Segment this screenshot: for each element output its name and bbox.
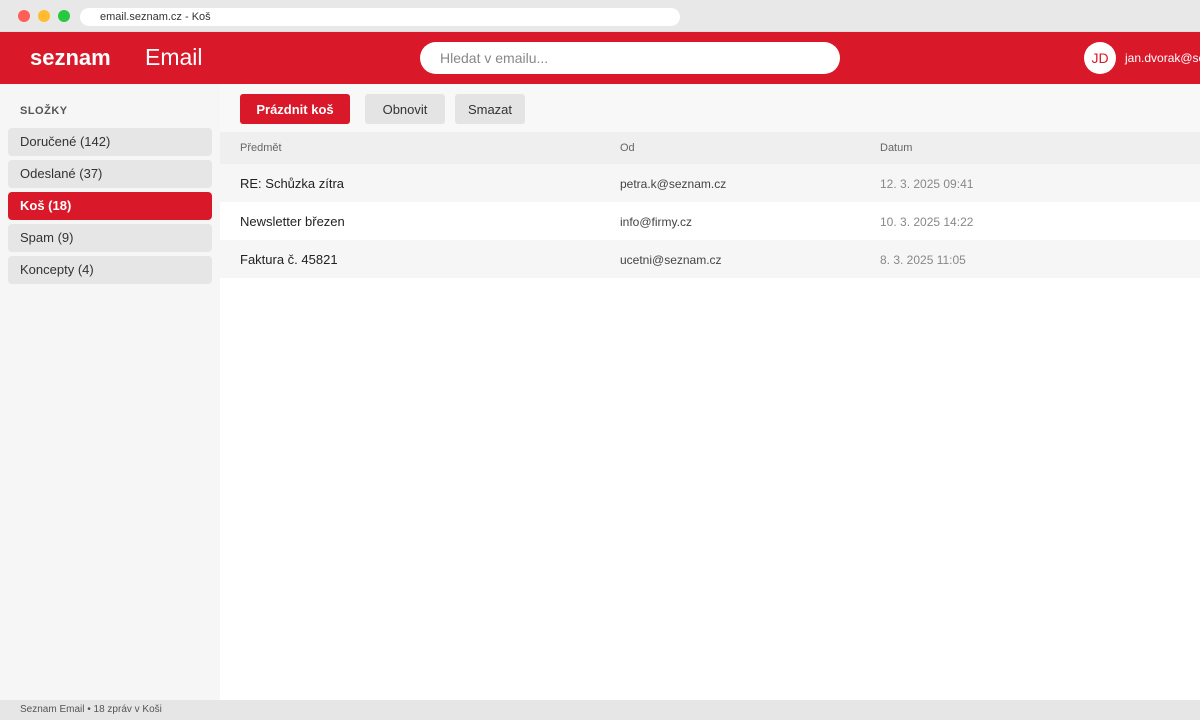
- sidebar-item-spam[interactable]: Spam (9): [8, 224, 212, 252]
- column-header-date[interactable]: Datum: [880, 142, 912, 154]
- table-row[interactable]: Newsletter březen info@firmy.cz 10. 3. 2…: [220, 202, 1200, 240]
- sidebar-item-sent[interactable]: Odeslané (37): [8, 160, 212, 188]
- table-row[interactable]: RE: Schůzka zítra petra.k@seznam.cz 12. …: [220, 164, 1200, 202]
- minimize-window-icon[interactable]: [38, 10, 50, 22]
- table-row[interactable]: Faktura č. 45821 ucetni@seznam.cz 8. 3. …: [220, 240, 1200, 278]
- refresh-button[interactable]: Obnovit: [365, 94, 445, 124]
- sidebar-item-trash[interactable]: Koš (18): [8, 192, 212, 220]
- row-sender: info@firmy.cz: [620, 215, 692, 229]
- row-subject: Faktura č. 45821: [240, 252, 338, 267]
- avatar[interactable]: JD: [1084, 42, 1116, 74]
- app-header: seznam Email JD jan.dvorak@seznam.cz: [0, 32, 1200, 84]
- sidebar-item-inbox[interactable]: Doručené (142): [8, 128, 212, 156]
- delete-button[interactable]: Smazat: [455, 94, 525, 124]
- seznam-logo[interactable]: seznam: [30, 45, 111, 71]
- search-input[interactable]: [420, 42, 840, 74]
- row-sender: petra.k@seznam.cz: [620, 177, 727, 191]
- row-date: 10. 3. 2025 14:22: [880, 215, 974, 229]
- maximize-window-icon[interactable]: [58, 10, 70, 22]
- sidebar: SLOŽKY Doručené (142) Odeslané (37) Koš …: [0, 84, 220, 700]
- status-bar: Seznam Email • 18 zpráv v Koši: [0, 700, 1200, 720]
- row-subject: RE: Schůzka zítra: [240, 176, 345, 191]
- row-date: 12. 3. 2025 09:41: [880, 177, 974, 191]
- row-sender: ucetni@seznam.cz: [620, 253, 722, 267]
- empty-trash-button[interactable]: Prázdnit koš: [240, 94, 350, 124]
- user-email[interactable]: jan.dvorak@seznam.cz: [1125, 51, 1200, 65]
- column-header-from[interactable]: Od: [620, 142, 635, 154]
- table-header: Předmět Od Datum: [220, 132, 1200, 164]
- message-list-panel: Prázdnit koš Obnovit Smazat Předmět Od D…: [220, 84, 1200, 700]
- sidebar-heading: SLOŽKY: [20, 105, 68, 117]
- browser-chrome: email.seznam.cz - Koš: [0, 0, 1200, 32]
- address-bar[interactable]: email.seznam.cz - Koš: [80, 8, 680, 26]
- row-subject: Newsletter březen: [240, 214, 345, 229]
- sidebar-item-drafts[interactable]: Koncepty (4): [8, 256, 212, 284]
- column-header-subject[interactable]: Předmět: [240, 142, 282, 154]
- product-title: Email: [145, 44, 203, 70]
- row-date: 8. 3. 2025 11:05: [880, 253, 966, 267]
- toolbar: Prázdnit koš Obnovit Smazat: [220, 84, 1200, 132]
- close-window-icon[interactable]: [18, 10, 30, 22]
